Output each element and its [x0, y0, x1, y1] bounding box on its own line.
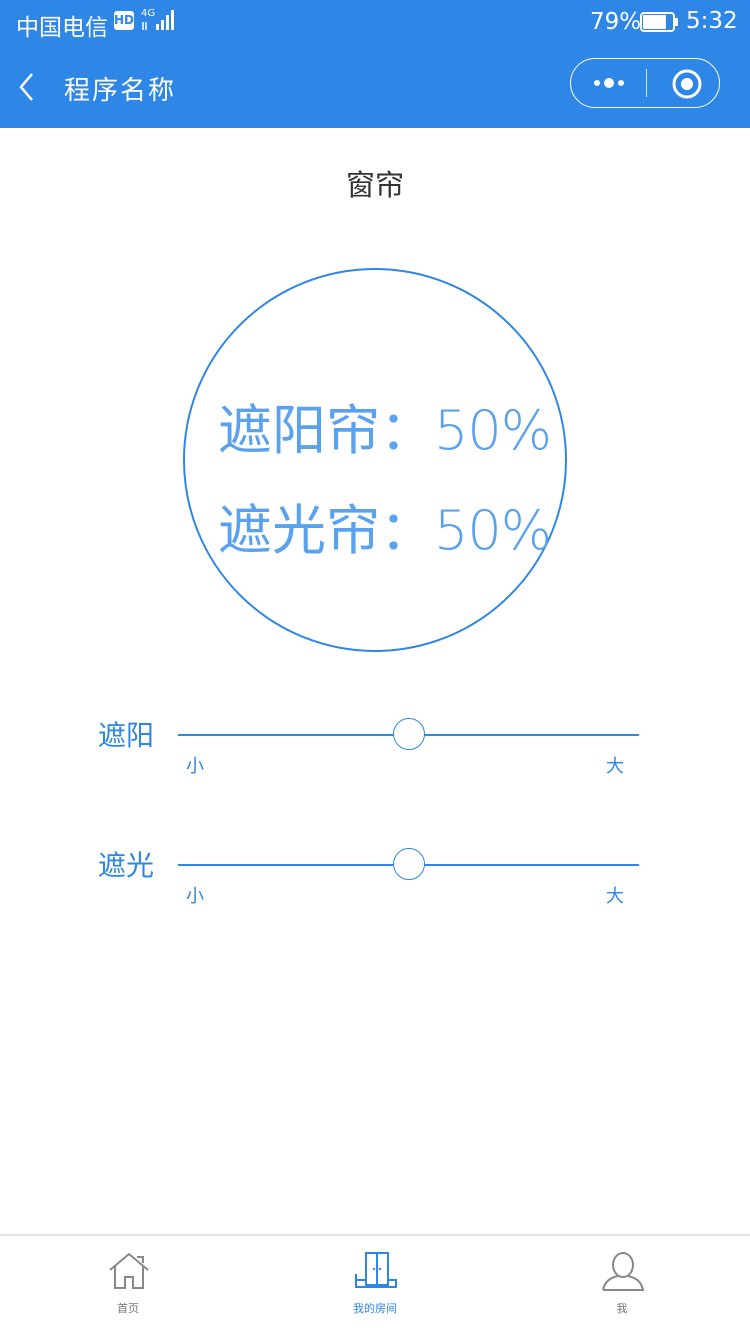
- menu-capsule: [570, 58, 720, 108]
- blackout-status-value: 50%: [434, 499, 552, 562]
- capsule-divider: [646, 69, 647, 97]
- target-icon[interactable]: [670, 67, 704, 101]
- blackout-max-label: 大: [606, 886, 624, 907]
- battery-icon: [640, 12, 678, 32]
- status-bar: 中国电信 HD 4G 79% 5:32: [0, 0, 750, 44]
- blackout-slider-track[interactable]: [178, 848, 639, 880]
- home-icon: [109, 1252, 149, 1289]
- sunshade-slider-thumb[interactable]: [392, 718, 425, 750]
- tab-my-room[interactable]: 我的房间: [250, 1236, 500, 1336]
- nav-bar: 程序名称: [0, 44, 750, 128]
- sunshade-status: 遮阳帘：50%: [218, 386, 552, 465]
- sunshade-status-label: 遮阳帘：: [218, 399, 434, 462]
- tab-me-label: 我: [616, 1302, 628, 1315]
- sunshade-slider-row: 遮阳 小 大: [0, 718, 750, 804]
- blackout-slider-thumb[interactable]: [392, 848, 425, 880]
- hd-badge: HD: [114, 11, 134, 30]
- room-door-icon: [355, 1252, 397, 1288]
- battery-percent: 79%: [590, 9, 642, 35]
- sunshade-max-label: 大: [606, 756, 624, 777]
- network-type-label: 4G: [141, 8, 155, 19]
- blackout-slider-label: 遮光: [98, 849, 155, 882]
- back-chevron-icon[interactable]: [14, 70, 40, 104]
- app-title: 程序名称: [64, 76, 177, 106]
- tab-home[interactable]: 首页: [3, 1236, 253, 1336]
- carrier-name: 中国电信: [16, 15, 108, 41]
- tab-bar: 首页 我的房间 我: [0, 1234, 750, 1336]
- tab-my-room-label: 我的房间: [353, 1302, 397, 1315]
- tab-home-label: 首页: [117, 1302, 139, 1315]
- blackout-status-label: 遮光帘：: [218, 499, 434, 562]
- blackout-min-label: 小: [186, 886, 204, 907]
- clock: 5:32: [686, 8, 738, 34]
- sunshade-min-label: 小: [186, 756, 204, 777]
- signal-icon: 4G: [141, 8, 174, 30]
- sunshade-slider-track[interactable]: [178, 718, 639, 750]
- sunshade-slider-label: 遮阳: [98, 719, 155, 752]
- user-icon: [602, 1252, 645, 1291]
- tab-me[interactable]: 我: [497, 1236, 747, 1336]
- blackout-slider-row: 遮光 小 大: [0, 848, 750, 934]
- more-dots-icon[interactable]: [589, 71, 629, 95]
- blackout-status: 遮光帘：50%: [218, 486, 552, 565]
- page-title: 窗帘: [345, 168, 404, 202]
- sunshade-status-value: 50%: [434, 399, 552, 462]
